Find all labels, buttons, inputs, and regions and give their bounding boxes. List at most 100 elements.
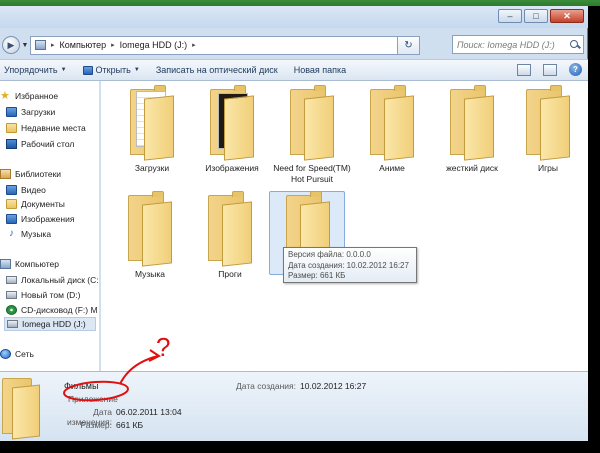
details-size-label: Размер:: [80, 420, 112, 430]
organize-label: Упорядочить: [4, 65, 58, 75]
nav-network-label: Сеть: [15, 349, 34, 359]
nav-drive-d-label: Новый том (D:): [21, 290, 81, 300]
documents-icon: [6, 199, 17, 209]
nav-recent[interactable]: Недавние места: [6, 121, 86, 135]
nav-images-label: Изображения: [21, 214, 75, 224]
downloads-icon: [6, 107, 17, 117]
nav-downloads[interactable]: Загрузки: [6, 105, 55, 119]
folder-label: Изображения: [205, 163, 259, 173]
address-row: ▶ ▼ ▸ Компьютер ▸ Iomega HDD (J:) ▸ ↻: [0, 34, 588, 56]
folder-icon: [290, 85, 334, 161]
folder-label: Проги: [218, 269, 242, 279]
burn-button[interactable]: Записать на оптический диск: [152, 65, 290, 75]
maximize-button[interactable]: □: [524, 9, 548, 23]
cd-drive-icon: [6, 305, 17, 315]
folder-icon: [526, 85, 570, 161]
change-view-icon[interactable]: [517, 63, 531, 76]
nav-images[interactable]: Изображения: [6, 212, 74, 226]
refresh-button[interactable]: ↻: [398, 35, 420, 55]
chevron-right-icon: ▸: [51, 42, 55, 49]
window-controls: – □ ✕: [498, 9, 584, 23]
nav-documents[interactable]: Документы: [6, 197, 65, 211]
address-bar[interactable]: ▸ Компьютер ▸ Iomega HDD (J:) ▸: [30, 35, 398, 55]
explorer-window: – □ ✕ ▶ ▼ ▸ Компьютер ▸ Iomega HDD (J:) …: [0, 6, 588, 441]
open-button[interactable]: Открыть ▼: [79, 65, 152, 75]
nav-libraries[interactable]: Библиотеки: [0, 167, 61, 181]
forward-button[interactable]: ▶: [2, 36, 20, 54]
nav-drive-d[interactable]: Новый том (D:): [6, 288, 81, 302]
nav-drive-j[interactable]: Iomega HDD (J:): [4, 317, 96, 331]
close-button[interactable]: ✕: [550, 9, 584, 23]
open-icon: [82, 65, 93, 75]
details-name: Фильмы: [64, 381, 99, 391]
tooltip-size: Размер: 661 КБ: [288, 271, 346, 280]
folder-label: Need for Speed(TM) Hot Pursuit: [273, 163, 351, 184]
nav-drive-f-label: CD-дисковод (F:) M: [21, 305, 98, 315]
search-box[interactable]: [452, 35, 584, 54]
folder-icon: [130, 85, 174, 161]
folder-item[interactable]: Игры: [509, 85, 587, 191]
nav-drive-f[interactable]: CD-дисковод (F:) M: [6, 303, 98, 317]
nav-documents-label: Документы: [21, 199, 65, 209]
folder-item[interactable]: Изображения: [193, 85, 271, 191]
folder-label: Музыка: [134, 269, 166, 279]
nav-computer[interactable]: Компьютер: [0, 257, 59, 271]
desktop-icon: [6, 139, 17, 149]
folder-icon: [370, 85, 414, 161]
details-created-label: Дата создания:: [236, 381, 296, 391]
nav-music-label: Музыка: [21, 229, 52, 239]
computer-icon: [0, 259, 11, 269]
details-type: Приложение: [68, 394, 118, 404]
organize-button[interactable]: Упорядочить ▼: [0, 65, 79, 75]
new-folder-button[interactable]: Новая папка: [290, 65, 358, 75]
details-modified-value: 06.02.2011 13:04: [116, 407, 182, 417]
help-icon[interactable]: ?: [569, 63, 582, 76]
nav-drive-c[interactable]: Локальный диск (C:: [6, 273, 99, 287]
drive-icon: [7, 320, 18, 328]
music-note-icon: ♪: [9, 228, 14, 239]
file-list: Загрузки Изображения Need for Speed(TM) …: [101, 81, 588, 371]
nav-libraries-label: Библиотеки: [15, 169, 62, 179]
preview-pane-icon[interactable]: [543, 63, 557, 76]
view-controls: ?: [517, 63, 582, 76]
folder-icon: [210, 85, 254, 161]
recent-places-icon: [6, 123, 17, 133]
folder-item[interactable]: жесткий диск: [433, 85, 511, 191]
navigation-pane: ★ Избранное Загрузки Недавние места Рабо…: [0, 81, 100, 371]
chevron-right-icon: ▸: [192, 42, 196, 49]
tooltip: Версия файла: 0.0.0.0 Дата создания: 10.…: [283, 247, 417, 283]
details-created-value: 10.02.2012 16:27: [300, 381, 367, 391]
nav-network[interactable]: Сеть: [0, 347, 34, 361]
folder-label: Загрузки: [134, 163, 170, 173]
title-bar: – □ ✕: [0, 6, 588, 28]
folder-item[interactable]: Музыка: [111, 191, 189, 297]
folder-item[interactable]: Need for Speed(TM) Hot Pursuit: [273, 85, 351, 191]
folder-label: Игры: [537, 163, 559, 173]
folder-item[interactable]: Загрузки: [113, 85, 191, 191]
breadcrumb-drive[interactable]: Iomega HDD (J:): [120, 40, 188, 50]
nav-video[interactable]: Видео: [6, 183, 46, 197]
folder-icon: [208, 191, 252, 267]
nav-desktop[interactable]: Рабочий стол: [6, 137, 74, 151]
nav-favorites[interactable]: ★ Избранное: [0, 89, 58, 103]
minimize-button[interactable]: –: [498, 9, 522, 23]
breadcrumb-computer[interactable]: Компьютер: [60, 40, 107, 50]
video-icon: [6, 185, 17, 195]
search-icon[interactable]: [569, 39, 581, 51]
history-dropdown-icon[interactable]: ▼: [20, 42, 30, 49]
open-label: Открыть: [95, 65, 131, 75]
chevron-right-icon: ▸: [111, 42, 115, 49]
nav-computer-label: Компьютер: [15, 259, 59, 269]
folder-item[interactable]: Аниме: [353, 85, 431, 191]
folder-icon: [450, 85, 494, 161]
drive-icon: [6, 276, 17, 284]
nav-music[interactable]: ♪ Музыка: [6, 227, 51, 241]
details-size-value: 661 КБ: [116, 420, 144, 430]
search-input[interactable]: [457, 39, 569, 50]
nav-video-label: Видео: [21, 185, 46, 195]
folder-item[interactable]: Проги: [191, 191, 269, 297]
nav-downloads-label: Загрузки: [21, 107, 56, 117]
images-icon: [6, 214, 17, 224]
nav-desktop-label: Рабочий стол: [21, 139, 75, 149]
command-bar: Упорядочить ▼ Открыть ▼ Записать на опти…: [0, 59, 588, 81]
